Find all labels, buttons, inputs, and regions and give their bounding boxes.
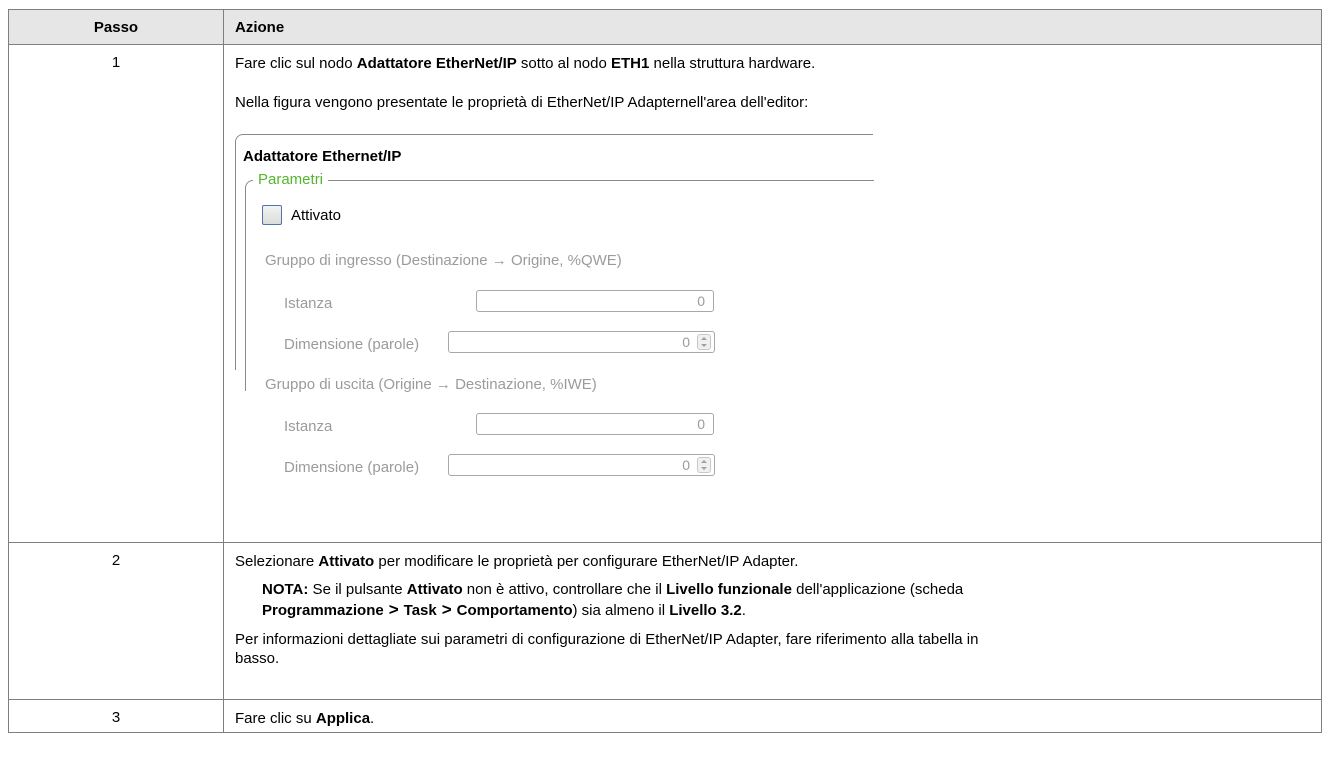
input-group-title: Gruppo di ingresso (Destinazione → Origi… bbox=[265, 252, 622, 269]
output-size-label: Dimensione (parole) bbox=[284, 459, 420, 476]
spinner-icon[interactable] bbox=[697, 457, 711, 473]
text: dell'applicazione (scheda bbox=[791, 581, 964, 598]
output-instance-label: Istanza bbox=[284, 418, 333, 435]
text: per modificare le proprietà per configur… bbox=[374, 553, 799, 570]
step-number: 2 bbox=[8, 542, 224, 700]
bold-term: Livello 3.2 bbox=[669, 602, 742, 619]
bold-term: Adattatore EtherNet/IP bbox=[356, 55, 517, 72]
action-cell: Fare clic su Applica. bbox=[223, 699, 1322, 733]
instruction-text: basso. bbox=[235, 650, 280, 667]
spinner-icon[interactable] bbox=[697, 334, 711, 350]
instruction-text: Selezionare Attivato per modificare le p… bbox=[235, 552, 1311, 571]
step-number: 3 bbox=[8, 699, 224, 733]
instruction-text: Per informazioni dettagliate sui paramet… bbox=[235, 631, 979, 648]
text: . bbox=[370, 710, 375, 727]
parameters-group: Parametri Attivato Gruppo di ingresso (D… bbox=[245, 171, 874, 476]
output-group-title: Gruppo di uscita (Origine → Destinazione… bbox=[265, 376, 597, 393]
table-row: 3 Fare clic su Applica. bbox=[8, 699, 1322, 733]
note-block: NOTA: Se il pulsante Attivato non è atti… bbox=[235, 580, 1311, 621]
bold-term: Livello funzionale bbox=[666, 581, 792, 598]
group-legend: Parametri bbox=[253, 171, 329, 188]
input-instance-field[interactable]: 0 bbox=[476, 290, 714, 312]
header-step: Passo bbox=[8, 9, 224, 45]
input-instance-label: Istanza bbox=[284, 295, 333, 312]
bold-term: Applica bbox=[315, 710, 371, 727]
bold-term: Attivato bbox=[318, 553, 375, 570]
note-line: NOTA: Se il pulsante Attivato non è atti… bbox=[262, 580, 1311, 600]
bold-term: Attivato bbox=[406, 581, 463, 598]
output-instance-field[interactable]: 0 bbox=[476, 413, 714, 435]
header-action: Azione bbox=[223, 9, 1322, 45]
header-row: Passo Azione bbox=[8, 9, 1322, 45]
bold-term: Comportamento bbox=[456, 602, 573, 619]
enabled-row[interactable]: Attivato bbox=[262, 205, 341, 225]
action-cell: Fare clic sul nodo Adattatore EtherNet/I… bbox=[223, 44, 1322, 543]
enabled-checkbox[interactable] bbox=[262, 205, 282, 225]
bold-term: ETH1 bbox=[611, 55, 650, 72]
input-size-stepper[interactable]: 0 bbox=[448, 331, 715, 353]
note-label: NOTA: bbox=[262, 581, 309, 598]
enabled-label: Attivato bbox=[291, 206, 342, 224]
table-row: 1 Fare clic sul nodo Adattatore EtherNet… bbox=[8, 44, 1322, 543]
editor-figure: Adattatore Ethernet/IP Parametri Attivat… bbox=[235, 134, 874, 476]
input-size-label: Dimensione (parole) bbox=[284, 336, 420, 353]
steps-table: Passo Azione 1 Fare clic sul nodo Adatta… bbox=[8, 9, 1322, 733]
text: ) sia almeno il bbox=[572, 602, 670, 619]
figure-title: Adattatore Ethernet/IP bbox=[243, 148, 402, 165]
bold-term: Programmazione bbox=[262, 602, 384, 619]
text: sotto al nodo bbox=[516, 55, 611, 72]
note-line: Programmazione > Task > Comportamento) sia a… bbox=[262, 600, 1311, 621]
text: Selezionare bbox=[235, 553, 319, 570]
chevron-right-icon: > bbox=[441, 600, 452, 619]
text: Fare clic sul nodo bbox=[235, 55, 357, 72]
text: . bbox=[741, 602, 746, 619]
step-number: 1 bbox=[8, 44, 224, 543]
text: Fare clic su bbox=[235, 710, 316, 727]
instruction-text: Fare clic su Applica. bbox=[235, 709, 1311, 728]
text: non è attivo, controllare che il bbox=[462, 581, 667, 598]
action-cell: Selezionare Attivato per modificare le p… bbox=[223, 542, 1322, 700]
instruction-text: Fare clic sul nodo Adattatore EtherNet/I… bbox=[235, 54, 1311, 73]
output-size-stepper[interactable]: 0 bbox=[448, 454, 715, 476]
output-size-value: 0 bbox=[682, 457, 690, 473]
text: nella struttura hardware. bbox=[649, 55, 816, 72]
input-size-value: 0 bbox=[682, 334, 690, 350]
bold-term: Task bbox=[403, 602, 437, 619]
table-row: 2 Selezionare Attivato per modificare le… bbox=[8, 542, 1322, 700]
chevron-right-icon: > bbox=[388, 600, 399, 619]
figure-caption: Nella figura vengono presentate le propr… bbox=[235, 94, 809, 111]
text: Se il pulsante bbox=[308, 581, 407, 598]
